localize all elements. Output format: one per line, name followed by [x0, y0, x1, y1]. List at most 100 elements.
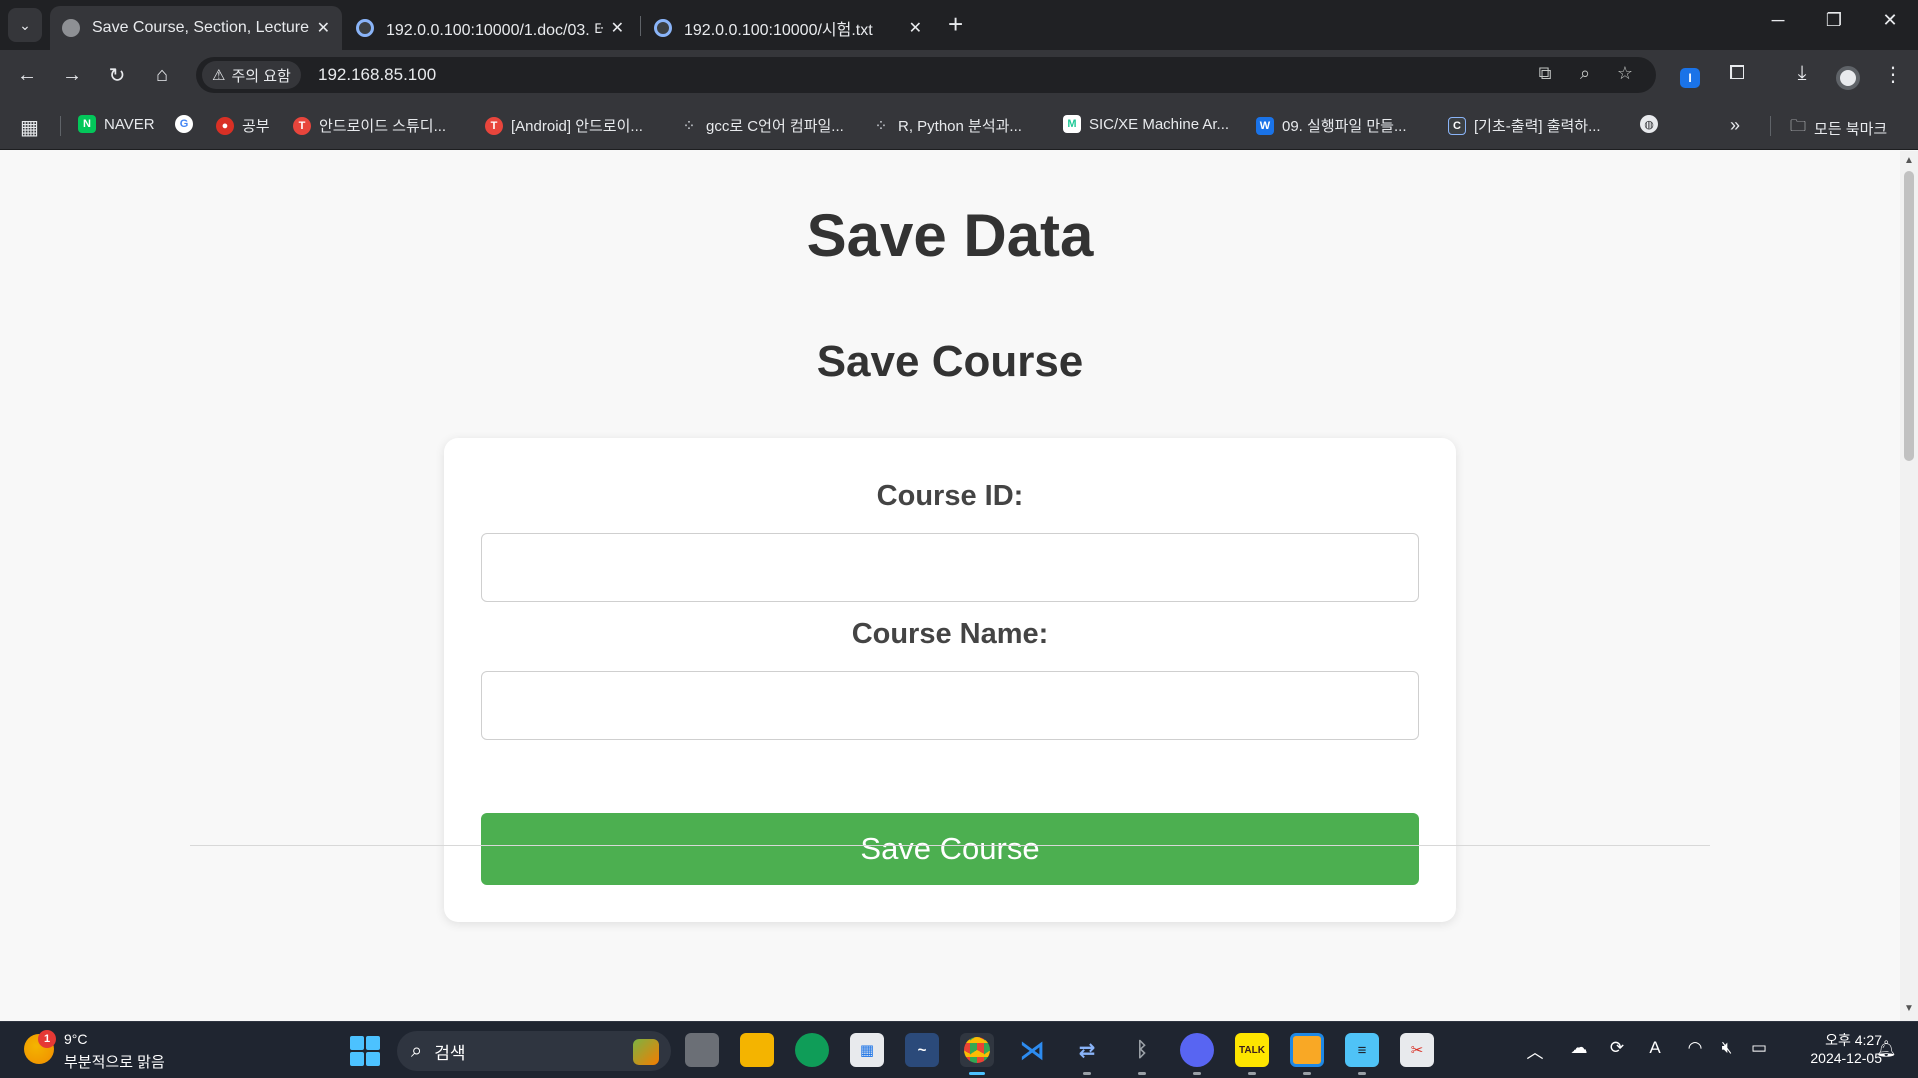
course-name-input[interactable]	[481, 671, 1419, 740]
tab-title: 192.0.0.100:10000/1.doc/03. 테	[386, 22, 603, 39]
bookmark-codeup[interactable]: C [기초-출력] 출력하...	[1448, 115, 1601, 136]
volume-muted-icon[interactable]: 🔇︎	[1714, 1038, 1740, 1058]
close-icon[interactable]: ✕	[611, 18, 624, 38]
tab-exam-txt[interactable]: 192.0.0.100:10000/시험.txt ✕	[642, 6, 934, 50]
network-tool-icon[interactable]: ⇄	[1070, 1033, 1104, 1067]
reload-icon[interactable]: ↻	[101, 60, 133, 90]
battery-icon[interactable]: ▭	[1746, 1038, 1772, 1058]
notepad-icon[interactable]: ≡	[1345, 1033, 1379, 1067]
scroll-up-icon[interactable]: ▲	[1900, 155, 1918, 166]
onedrive-icon[interactable]: ☁	[1566, 1038, 1592, 1058]
back-icon[interactable]: ←	[11, 60, 43, 90]
start-button[interactable]	[350, 1036, 380, 1066]
scroll-down-icon[interactable]: ▼	[1900, 1003, 1918, 1014]
ime-indicator[interactable]: A	[1642, 1038, 1668, 1058]
velog-icon: M	[1063, 115, 1081, 133]
running-app-indicator	[1138, 1072, 1146, 1075]
bookmark-google[interactable]: G	[175, 115, 193, 133]
bookmark-star-icon[interactable]: ☆	[1612, 63, 1638, 84]
minimize-icon[interactable]: ─	[1758, 10, 1798, 31]
running-app-indicator	[1193, 1072, 1201, 1075]
discord-icon[interactable]	[1180, 1033, 1214, 1067]
bookmark-study[interactable]: ● 공부	[216, 115, 270, 136]
tab-doc[interactable]: 192.0.0.100:10000/1.doc/03. 테 ✕	[344, 6, 636, 50]
weather-description[interactable]: 부분적으로 맑음	[64, 1051, 165, 1072]
save-course-form: Course ID: Course Name: Save Course	[444, 438, 1456, 922]
section-divider	[190, 845, 1710, 846]
window-close-icon[interactable]: ✕	[1870, 10, 1910, 31]
globe-icon	[62, 19, 80, 37]
bookmark-divider	[1770, 116, 1771, 136]
naver-icon: N	[78, 115, 96, 133]
save-course-button[interactable]: Save Course	[481, 813, 1419, 885]
globe-icon: ◍	[1640, 115, 1658, 133]
taskbar-search[interactable]: ⌕ 검색	[397, 1031, 671, 1071]
more-menu-icon[interactable]: ⋮	[1878, 62, 1908, 87]
home-icon[interactable]: ⌂	[146, 60, 178, 90]
vmware-icon[interactable]	[1290, 1033, 1324, 1067]
bookmark-sicxe[interactable]: M SIC/XE Machine Ar...	[1063, 115, 1229, 133]
kakaotalk-icon[interactable]: TALK	[1235, 1033, 1269, 1067]
extensions-puzzle-icon[interactable]: ⧠	[1722, 62, 1752, 85]
page-scrollbar[interactable]: ▲ ▼	[1900, 151, 1918, 1021]
scroll-thumb[interactable]	[1904, 171, 1914, 461]
restore-icon[interactable]: ❐	[1814, 10, 1854, 31]
tistory-icon: T	[485, 116, 503, 135]
bookmark-globe[interactable]: ◍	[1640, 115, 1658, 133]
profile-avatar[interactable]	[1836, 66, 1860, 90]
bookmark-r-python[interactable]: ⁘ R, Python 분석과...	[872, 115, 1022, 136]
all-bookmarks-button[interactable]: 🗀 모든 북마크	[1790, 115, 1887, 142]
bookmark-label: [기초-출력] 출력하...	[1474, 118, 1601, 135]
bookmarks-bar: ▦ N NAVER G ● 공부 T 안드로이드 스튜디... T [Andro…	[0, 100, 1918, 150]
new-tab-button[interactable]: +	[948, 11, 963, 37]
task-view-icon[interactable]	[685, 1033, 719, 1067]
tab-search-button[interactable]: ⌄	[8, 8, 42, 42]
url-text[interactable]: 192.168.85.100	[318, 65, 436, 85]
tab-save-course[interactable]: Save Course, Section, Lecture ✕	[50, 6, 342, 50]
security-chip[interactable]: ⚠ 주의 요함	[202, 61, 301, 89]
tray-overflow-icon[interactable]: ︿	[1522, 1038, 1548, 1063]
bookmark-label: 공부	[242, 118, 270, 135]
dots-icon: ⁘	[876, 120, 886, 132]
more-bookmarks-icon[interactable]: »	[1730, 115, 1740, 136]
close-icon[interactable]: ✕	[317, 18, 330, 38]
notification-bell-icon[interactable]: 🔔︎	[1876, 1039, 1896, 1059]
address-bar[interactable]: ⚠ 주의 요함 192.168.85.100 ⧉ ⌕ ☆	[196, 57, 1656, 93]
extension-icon[interactable]: I	[1680, 68, 1700, 88]
running-app-indicator	[1248, 1072, 1256, 1075]
vscode-icon[interactable]: ⋊	[1015, 1033, 1049, 1067]
forward-icon[interactable]: →	[56, 60, 88, 90]
chrome-icon[interactable]	[960, 1033, 994, 1067]
sync-icon[interactable]: ⟳	[1604, 1038, 1630, 1058]
page-title: Save Data	[806, 202, 1094, 269]
close-icon[interactable]: ✕	[909, 18, 922, 38]
bookmark-android[interactable]: T [Android] 안드로이...	[485, 115, 643, 136]
search-placeholder: 검색	[434, 1043, 466, 1063]
bookmark-wikidocs[interactable]: W 09. 실행파일 만들...	[1256, 115, 1407, 136]
wifi-icon[interactable]: ◠	[1682, 1038, 1708, 1058]
browser-toolbar: ← → ↻ ⌂ ⚠ 주의 요함 192.168.85.100 ⧉ ⌕ ☆	[0, 50, 1918, 100]
clock-date[interactable]: 2024-12-05	[1780, 1050, 1882, 1066]
course-id-input[interactable]	[481, 533, 1419, 602]
clock-time[interactable]: 오후 4:27	[1796, 1030, 1882, 1050]
bookmark-naver[interactable]: N NAVER	[78, 115, 155, 133]
bluetooth-icon[interactable]: ᛒ	[1125, 1033, 1159, 1067]
store-icon[interactable]: ▦	[850, 1033, 884, 1067]
bookmark-label: gcc로 C언어 컴파일...	[706, 118, 844, 135]
translate-icon[interactable]: ⧉	[1532, 63, 1558, 84]
edge-icon[interactable]	[795, 1033, 829, 1067]
weather-temperature[interactable]: 9°C	[64, 1031, 88, 1047]
bookmark-gcc[interactable]: ⁘ gcc로 C언어 컴파일...	[680, 115, 844, 136]
active-app-indicator	[969, 1072, 985, 1075]
dots-icon: ⁘	[684, 120, 694, 132]
course-name-label: Course Name:	[851, 618, 1049, 650]
download-icon[interactable]: ⤓	[1787, 62, 1817, 85]
bookmark-android-studio[interactable]: T 안드로이드 스튜디...	[293, 115, 446, 136]
file-explorer-icon[interactable]	[740, 1033, 774, 1067]
bookmark-label: 09. 실행파일 만들...	[1282, 118, 1407, 135]
zoom-icon[interactable]: ⌕	[1572, 63, 1598, 84]
codeup-icon: C	[1448, 116, 1466, 135]
snipping-tool-icon[interactable]: ✂	[1400, 1033, 1434, 1067]
apps-grid-icon[interactable]: ▦	[20, 115, 39, 140]
sql-tool-icon[interactable]: ~	[905, 1033, 939, 1067]
